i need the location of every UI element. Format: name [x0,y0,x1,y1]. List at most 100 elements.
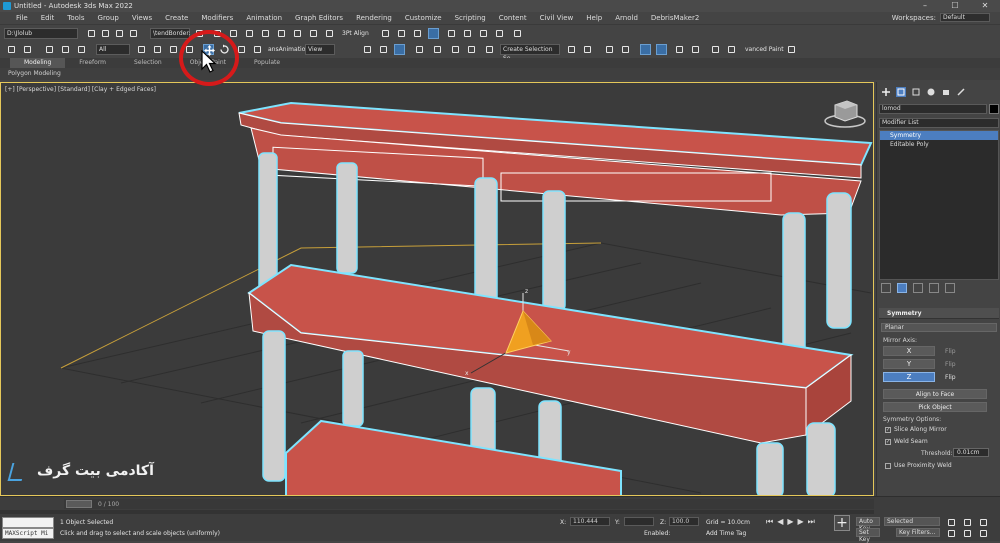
ribbon-toggle-icon[interactable] [640,44,651,55]
render-setup-icon[interactable] [710,44,721,55]
previous-frame-icon[interactable]: ◀ [777,517,783,527]
curve-editor-icon[interactable] [656,44,667,55]
menu-help[interactable]: Help [586,14,602,22]
weld-icon[interactable] [478,28,489,39]
mirror-icon[interactable] [566,44,577,55]
threshold-spinner[interactable]: 0.01cm [953,448,989,457]
place-icon[interactable] [252,44,263,55]
remove-modifier-icon[interactable] [929,283,939,293]
menu-customize[interactable]: Customize [405,14,442,22]
zoom-all-icon[interactable] [962,517,973,528]
flip-x-checkbox[interactable]: Flip [945,348,956,355]
go-to-end-icon[interactable]: ⏭ [808,517,815,527]
axis-z-button[interactable]: Z [883,372,935,382]
xform-icon[interactable] [494,28,505,39]
tool-icon-h[interactable] [308,28,319,39]
redo-icon[interactable] [22,44,33,55]
edit-spline-icon[interactable] [396,28,407,39]
maximize-button[interactable]: ☐ [940,0,970,12]
flip-y-checkbox[interactable]: Flip [945,361,956,368]
menu-civil-view[interactable]: Civil View [540,14,574,22]
pin-stack-icon[interactable] [881,283,891,293]
key-filters-button[interactable]: Key Filters... [896,528,940,537]
tool-icon-e[interactable] [260,28,271,39]
schematic-view-icon[interactable] [674,44,685,55]
display-tab-icon[interactable] [941,87,951,97]
tool-icon-d[interactable] [244,28,255,39]
select-object-icon[interactable] [136,44,147,55]
menu-file[interactable]: File [16,14,28,22]
add-time-tag-button[interactable]: Add Time Tag [706,530,746,537]
edit-named-sets-icon[interactable] [484,44,495,55]
axis-x-button[interactable]: X [883,346,935,356]
hierarchy-tab-icon[interactable] [911,87,921,97]
modifier-list-dropdown[interactable]: Modifier List [879,118,999,128]
track-bar[interactable] [0,510,874,514]
teapot-icon[interactable] [786,44,797,55]
flip-z-checkbox[interactable]: Flip [945,374,956,381]
x-coord-field[interactable]: 110.444 [570,517,610,526]
weld-seam-checkbox[interactable]: ✓ Weld Seam [885,438,928,445]
spinner-snap-icon[interactable] [466,44,477,55]
pan-icon[interactable] [946,528,957,539]
maximize-viewport-icon[interactable] [978,528,989,539]
menu-graph-editors[interactable]: Graph Editors [295,14,343,22]
project-path-field[interactable]: D:\Jlolub [4,28,78,39]
make-unique-icon[interactable] [913,283,923,293]
time-slider[interactable]: 0 / 100 [64,499,874,509]
menu-group[interactable]: Group [98,14,119,22]
ribbon-panel-label[interactable]: Polygon Modeling [0,68,1000,80]
advanced-paint-label[interactable]: vanced Paint [745,46,784,53]
move-pivot-icon[interactable] [412,28,423,39]
show-end-result-icon[interactable] [897,283,907,293]
maxscript-mini-listener[interactable]: MAXScript Mi [2,528,54,539]
go-to-start-icon[interactable]: ⏮ [766,517,773,527]
zoom-icon[interactable] [946,517,957,528]
maxscript-listener-top[interactable] [2,517,54,528]
tab-populate[interactable]: Populate [240,58,294,68]
angle-snap-icon[interactable] [432,44,443,55]
selected-dropdown[interactable]: Selected [884,517,940,526]
align-tool-icon[interactable] [582,44,593,55]
menu-debrismaker[interactable]: DebrisMaker2 [651,14,699,22]
menu-content[interactable]: Content [499,14,527,22]
material-editor-icon[interactable] [690,44,701,55]
align-icon[interactable] [380,28,391,39]
orbit-icon[interactable] [962,528,973,539]
object-color-swatch[interactable] [989,104,999,114]
menu-views[interactable]: Views [132,14,152,22]
time-slider-knob[interactable] [66,500,92,508]
menu-create[interactable]: Create [165,14,188,22]
percent-snap-icon[interactable] [450,44,461,55]
motion-tab-icon[interactable] [926,87,936,97]
pick-object-button[interactable]: Pick Object [883,402,987,412]
unlink-icon[interactable] [100,28,111,39]
plugin-field[interactable]: \tendBorder: [150,28,191,39]
modify-tab-icon[interactable] [896,87,906,97]
layer-explorer-icon[interactable] [620,44,631,55]
symmetry-rollout-header[interactable]: Symmetry [879,308,999,319]
menu-arnold[interactable]: Arnold [615,14,638,22]
z-coord-field[interactable]: 100.0 [669,517,699,526]
align-label[interactable]: 3Pt Align [342,30,369,37]
tab-selection[interactable]: Selection [120,58,176,68]
tab-modeling[interactable]: Modeling [10,58,66,68]
perspective-viewport[interactable]: [+] [Perspective] [Standard] [Clay + Edg… [0,82,874,496]
tool-icon-g[interactable] [292,28,303,39]
menu-animation[interactable]: Animation [246,14,282,22]
selection-filter-dropdown[interactable]: All [96,44,130,55]
viewcube[interactable] [824,100,866,128]
region-select-icon[interactable] [168,44,179,55]
snap-3d-icon[interactable] [414,44,425,55]
link-icon[interactable] [86,28,97,39]
y-coord-field[interactable] [624,517,654,526]
zoom-extents-icon[interactable] [978,517,989,528]
stack-item-symmetry[interactable]: Symmetry [880,131,998,140]
object-name-field[interactable]: lomod [879,104,987,114]
next-frame-icon[interactable]: ▶ [798,517,804,527]
menu-rendering[interactable]: Rendering [356,14,392,22]
keyboard-shortcut-icon[interactable] [394,44,405,55]
axis-y-button[interactable]: Y [883,359,935,369]
pivot-center-icon[interactable] [378,44,389,55]
scene-icon[interactable] [128,28,139,39]
